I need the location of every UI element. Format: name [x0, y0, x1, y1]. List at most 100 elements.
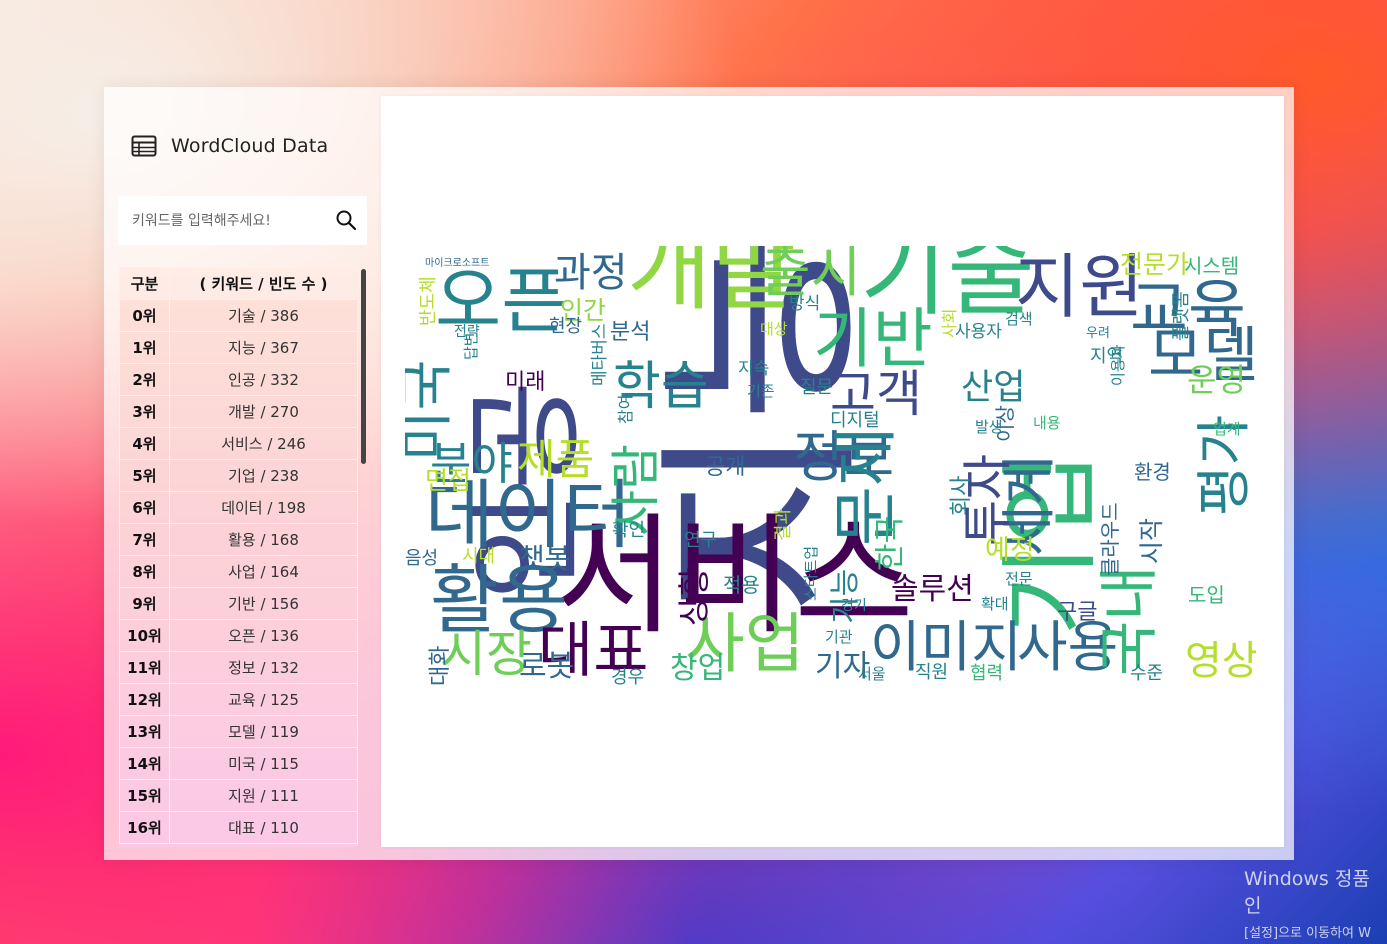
- keyword-frequency-cell: 정보 / 132: [169, 651, 358, 684]
- search-box: [118, 196, 367, 245]
- cloud-word: 미래: [505, 370, 545, 395]
- cloud-word: 협력: [970, 663, 1003, 684]
- table-row[interactable]: 13위 모델 / 119: [119, 715, 358, 748]
- cloud-word: 이용자: [1109, 344, 1127, 386]
- cloud-word: 반도체: [418, 276, 439, 326]
- rank-cell: 4위: [119, 427, 170, 460]
- table-row[interactable]: 11위 정보 / 132: [119, 651, 358, 684]
- table-row[interactable]: 4위 서비스 / 246: [119, 427, 358, 460]
- cloud-word: 현장: [549, 316, 582, 337]
- cloud-word: 공개: [705, 455, 745, 480]
- search-icon[interactable]: [335, 209, 357, 235]
- cloud-word: 직원: [915, 662, 948, 683]
- table-row[interactable]: 1위 지능 / 367: [119, 331, 358, 364]
- cloud-word: 지속: [738, 359, 769, 379]
- table-body: 0위 기술 / 386 1위 지능 / 367 2위 인공 / 332 3위 개발 / 270…: [119, 299, 358, 844]
- table-row[interactable]: 10위 오픈 / 136: [119, 619, 358, 652]
- rank-cell: 1위: [119, 331, 170, 364]
- cloud-word: 과정: [554, 250, 628, 296]
- cloud-word: 질문: [800, 377, 833, 398]
- cloud-word: 한국: [873, 516, 908, 571]
- cloud-word: 대상: [760, 320, 788, 338]
- cloud-word: 경우: [611, 667, 644, 686]
- cloud-word: 기능: [828, 569, 863, 624]
- cloud-word: 경기: [841, 598, 867, 614]
- table-row[interactable]: 15위 지원 / 111: [119, 779, 358, 812]
- table-row[interactable]: 2위 인공 / 332: [119, 363, 358, 396]
- table-row[interactable]: 12위 교육 / 125: [119, 683, 358, 716]
- keyword-frequency-cell: 개발 / 270: [169, 395, 358, 428]
- cloud-word: 메타버스: [590, 323, 610, 386]
- wordcloud-panel: 인공 지능 서비스 기업 기술 개발 데이터 활용 사업 대표 오픈 출시 지원 교육 정보 모델 기반 학습 이미…: [381, 96, 1284, 847]
- rank-cell: 2위: [119, 363, 170, 396]
- brand: WordCloud Data: [131, 135, 328, 157]
- cloud-word: 스타트업: [802, 546, 820, 601]
- rank-cell: 11위: [119, 651, 170, 684]
- rank-cell: 3위: [119, 395, 170, 428]
- table-row[interactable]: 16위 대표 / 110: [119, 811, 358, 844]
- cloud-word: 전문가: [1120, 250, 1189, 279]
- scrollbar-thumb[interactable]: [361, 269, 366, 464]
- rank-cell: 14위: [119, 747, 170, 780]
- app-title: WordCloud Data: [171, 135, 329, 157]
- keyword-frequency-cell: 미국 / 115: [169, 747, 358, 780]
- table-header-row: 구분 ( 키워드 / 빈도 수 ): [119, 267, 358, 300]
- cloud-word: 제품: [517, 435, 594, 484]
- wordcloud-svg: 인공 지능서비스 기업기술개발데이터활용사업대표오픈 출시 지원교육정보모델기반학습이미…: [394, 216, 1259, 688]
- rank-cell: 15위: [119, 779, 170, 812]
- app-window: WordCloud Data 구분 ( 키워드 / 빈도 수 ) 0위기술: [104, 87, 1294, 860]
- keyword-frequency-cell: 사업 / 164: [169, 555, 358, 588]
- cloud-word: 서울: [858, 665, 886, 683]
- cloud-word: 발생: [975, 418, 1003, 436]
- cloud-word: 마이크로소프트: [425, 257, 489, 269]
- rank-cell: 13위: [119, 715, 170, 748]
- search-input[interactable]: [130, 199, 334, 242]
- rank-cell: 6위: [119, 491, 170, 524]
- column-header-rank: 구분: [119, 267, 170, 300]
- keyword-frequency-cell: 지능 / 367: [169, 331, 358, 364]
- cloud-word: 미국: [405, 360, 458, 461]
- cloud-word: 산업: [961, 368, 1025, 408]
- table-row[interactable]: 0위 기술 / 386: [119, 299, 358, 332]
- table-row[interactable]: 6위 데이터 / 198: [119, 491, 358, 524]
- keyword-frequency-cell: 기반 / 156: [169, 587, 358, 620]
- column-header-keyword: ( 키워드 / 빈도 수 ): [169, 267, 358, 300]
- table-icon: [131, 135, 157, 157]
- keyword-frequency-cell: 데이터 / 198: [169, 491, 358, 524]
- cloud-word: 클라우드: [1098, 502, 1122, 576]
- rank-cell: 7위: [119, 523, 170, 556]
- table-row[interactable]: 9위 기반 / 156: [119, 587, 358, 620]
- keyword-frequency-cell: 오픈 / 136: [169, 619, 358, 652]
- keyword-frequency-cell: 기업 / 238: [169, 459, 358, 492]
- keyword-frequency-cell: 서비스 / 246: [169, 427, 358, 460]
- rank-cell: 5위: [119, 459, 170, 492]
- wordcloud-image: 인공 지능 서비스 기업 기술 개발 데이터 활용 사업 대표 오픈 출시 지원 교육 정보 모델 기반 학습 이미…: [394, 216, 1259, 688]
- cloud-word: 창업: [670, 651, 725, 686]
- table-scrollbar[interactable]: [360, 267, 367, 847]
- cloud-word: 환경: [1134, 460, 1171, 484]
- cloud-word: 디지털: [830, 410, 880, 431]
- table-row[interactable]: 14위 미국 / 115: [119, 747, 358, 780]
- cloud-word: 운영: [1187, 361, 1246, 399]
- cloud-word: 예정: [985, 535, 1035, 566]
- watermark-line-2: [설정]으로 이동하여 W: [1244, 926, 1371, 941]
- cloud-word: 솔루션: [891, 572, 974, 607]
- rank-cell: 9위: [119, 587, 170, 620]
- rank-cell: 8위: [119, 555, 170, 588]
- table-row[interactable]: 5위 기업 / 238: [119, 459, 358, 492]
- cloud-word: 상황: [675, 567, 713, 626]
- table-row[interactable]: 8위 사업 / 164: [119, 555, 358, 588]
- cloud-word: 음성: [405, 548, 438, 569]
- cloud-word: 기존: [747, 382, 775, 400]
- cloud-word: 결과: [773, 508, 794, 541]
- keyword-table-container[interactable]: 구분 ( 키워드 / 빈도 수 ) 0위 기술 / 386 1위 지능 / 367 2위…: [119, 267, 358, 847]
- cloud-word: 답변: [462, 332, 480, 360]
- cloud-word: 검색: [1005, 310, 1033, 328]
- cloud-word: 로봇: [519, 649, 574, 684]
- cloud-word: 방식: [789, 294, 820, 314]
- table-row[interactable]: 3위 개발 / 270: [119, 395, 358, 428]
- cloud-word: 시작: [1137, 518, 1166, 564]
- cloud-word: 플랫폼: [1171, 291, 1192, 341]
- table-row[interactable]: 7위 활용 / 168: [119, 523, 358, 556]
- cloud-word: 확대: [981, 595, 1009, 613]
